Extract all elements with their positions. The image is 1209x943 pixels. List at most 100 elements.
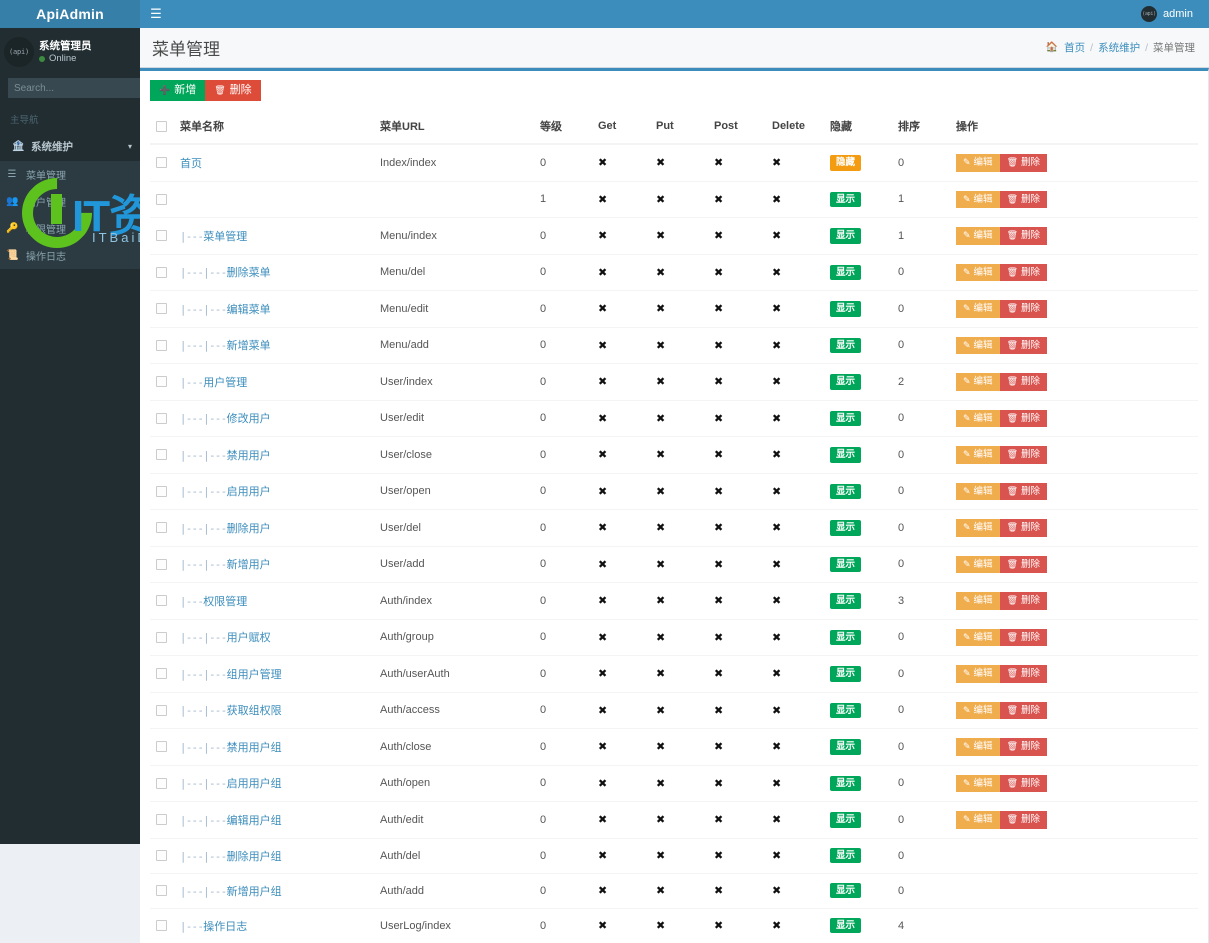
- status-badge[interactable]: 显示: [830, 337, 862, 353]
- menu-name-link[interactable]: 禁用用户: [227, 450, 271, 462]
- menu-name-link[interactable]: 菜单管理: [203, 231, 247, 243]
- row-delete-button[interactable]: 🗑 删除: [999, 811, 1048, 829]
- row-delete-button[interactable]: 🗑 删除: [999, 701, 1048, 719]
- status-badge[interactable]: 显示: [830, 917, 862, 934]
- edit-button[interactable]: ✎ 编辑: [956, 482, 1000, 500]
- edit-button[interactable]: ✎ 编辑: [956, 811, 1000, 829]
- menu-name-link[interactable]: 操作日志: [203, 921, 247, 933]
- status-badge[interactable]: 显示: [830, 228, 862, 244]
- row-delete-button[interactable]: 🗑 删除: [999, 373, 1048, 391]
- edit-button[interactable]: ✎ 编辑: [956, 738, 1000, 756]
- search-input[interactable]: [8, 78, 140, 98]
- checkbox-icon[interactable]: [156, 376, 167, 388]
- status-badge[interactable]: 显示: [830, 264, 862, 280]
- checkbox-icon[interactable]: [156, 814, 167, 826]
- status-badge[interactable]: 显示: [830, 847, 862, 864]
- menu-name-link[interactable]: 编辑用户组: [227, 815, 282, 827]
- checkbox-icon[interactable]: [156, 741, 167, 753]
- checkbox-icon[interactable]: [156, 412, 167, 424]
- edit-button[interactable]: ✎ 编辑: [956, 263, 1000, 281]
- sidebar-item-permission-management[interactable]: 🔑 权限管理: [0, 215, 140, 242]
- edit-button[interactable]: ✎ 编辑: [956, 774, 1000, 792]
- edit-button[interactable]: ✎ 编辑: [956, 665, 1000, 683]
- row-delete-button[interactable]: 🗑 删除: [999, 628, 1048, 646]
- edit-button[interactable]: ✎ 编辑: [956, 555, 1000, 573]
- status-badge[interactable]: 显示: [830, 775, 862, 791]
- row-delete-button[interactable]: 🗑 删除: [999, 665, 1048, 683]
- edit-button[interactable]: ✎ 编辑: [956, 227, 1000, 245]
- menu-name-link[interactable]: 获取组权限: [227, 705, 282, 717]
- status-badge[interactable]: 显示: [830, 629, 862, 645]
- status-badge[interactable]: 显示: [830, 739, 862, 755]
- checkbox-icon[interactable]: [156, 885, 167, 897]
- menu-name-link[interactable]: 新增菜单: [227, 340, 271, 352]
- row-delete-button[interactable]: 🗑 删除: [999, 227, 1048, 245]
- menu-name-link[interactable]: 禁用用户组: [227, 742, 282, 754]
- edit-button[interactable]: ✎ 编辑: [956, 628, 1000, 646]
- edit-button[interactable]: ✎ 编辑: [956, 154, 1000, 172]
- status-badge[interactable]: 显示: [830, 882, 862, 899]
- checkbox-icon[interactable]: [156, 303, 167, 315]
- checkbox-icon[interactable]: [156, 558, 167, 570]
- edit-button[interactable]: ✎ 编辑: [956, 190, 1000, 208]
- status-badge[interactable]: 显示: [830, 301, 862, 317]
- delete-button[interactable]: 🗑 删除: [205, 80, 261, 101]
- status-badge[interactable]: 显示: [830, 556, 862, 572]
- checkbox-icon[interactable]: [156, 850, 167, 862]
- menu-name-link[interactable]: 组用户管理: [227, 669, 282, 681]
- checkbox-icon[interactable]: [156, 595, 167, 607]
- status-badge[interactable]: 显示: [830, 666, 862, 682]
- checkbox-icon[interactable]: [156, 157, 167, 169]
- checkbox-icon[interactable]: [156, 522, 167, 534]
- row-delete-button[interactable]: 🗑 删除: [999, 154, 1048, 172]
- menu-name-link[interactable]: 删除用户: [227, 523, 271, 535]
- sidebar-item-operation-log[interactable]: 📜 操作日志: [0, 242, 140, 269]
- edit-button[interactable]: ✎ 编辑: [956, 519, 1000, 537]
- row-delete-button[interactable]: 🗑 删除: [999, 300, 1048, 318]
- checkbox-icon[interactable]: [156, 266, 167, 278]
- row-delete-button[interactable]: 🗑 删除: [999, 190, 1048, 208]
- menu-name-link[interactable]: 新增用户组: [227, 886, 282, 898]
- edit-button[interactable]: ✎ 编辑: [956, 409, 1000, 427]
- navbar-user-menu[interactable]: (api) admin: [1141, 6, 1199, 22]
- checkbox-icon[interactable]: [156, 485, 167, 497]
- status-badge[interactable]: 显示: [830, 191, 862, 207]
- checkbox-icon[interactable]: [156, 449, 167, 461]
- edit-button[interactable]: ✎ 编辑: [956, 701, 1000, 719]
- edit-button[interactable]: ✎ 编辑: [956, 300, 1000, 318]
- menu-name-link[interactable]: 用户管理: [203, 377, 247, 389]
- bars-icon[interactable]: ☰: [140, 0, 172, 28]
- menu-name-link[interactable]: 新增用户: [227, 559, 271, 571]
- row-delete-button[interactable]: 🗑 删除: [999, 446, 1048, 464]
- status-badge[interactable]: 显示: [830, 812, 862, 828]
- row-delete-button[interactable]: 🗑 删除: [999, 774, 1048, 792]
- breadcrumb-item-home[interactable]: 首页: [1064, 40, 1085, 55]
- menu-name-link[interactable]: 启用用户组: [227, 778, 282, 790]
- sidebar-item-menu-management[interactable]: ☰ 菜单管理: [0, 161, 140, 188]
- status-badge[interactable]: 显示: [830, 410, 862, 426]
- checkbox-icon[interactable]: [156, 777, 167, 789]
- status-badge[interactable]: 显示: [830, 374, 862, 390]
- sidebar-item-system-maintenance[interactable]: 🏦 系统维护 ▾: [0, 132, 140, 161]
- status-badge[interactable]: 显示: [830, 593, 862, 609]
- checkbox-icon[interactable]: [156, 668, 167, 680]
- row-delete-button[interactable]: 🗑 删除: [999, 519, 1048, 537]
- menu-name-link[interactable]: 用户赋权: [227, 632, 271, 644]
- add-button[interactable]: ➕ 新增: [150, 80, 206, 101]
- row-delete-button[interactable]: 🗑 删除: [999, 263, 1048, 281]
- edit-button[interactable]: ✎ 编辑: [956, 446, 1000, 464]
- edit-button[interactable]: ✎ 编辑: [956, 336, 1000, 354]
- menu-name-link[interactable]: 启用用户: [227, 486, 271, 498]
- menu-name-link[interactable]: 修改用户: [227, 413, 271, 425]
- checkbox-icon[interactable]: [156, 920, 167, 932]
- edit-button[interactable]: ✎ 编辑: [956, 592, 1000, 610]
- status-badge[interactable]: 显示: [830, 447, 862, 463]
- menu-name-link[interactable]: 删除菜单: [227, 267, 271, 279]
- checkbox-icon[interactable]: [156, 339, 167, 351]
- menu-name-link[interactable]: 编辑菜单: [227, 304, 271, 316]
- row-delete-button[interactable]: 🗑 删除: [999, 592, 1048, 610]
- app-logo[interactable]: ApiAdmin: [0, 0, 140, 28]
- menu-name-link[interactable]: 权限管理: [203, 596, 247, 608]
- status-badge[interactable]: 显示: [830, 483, 862, 499]
- menu-name-link[interactable]: 删除用户组: [227, 851, 282, 863]
